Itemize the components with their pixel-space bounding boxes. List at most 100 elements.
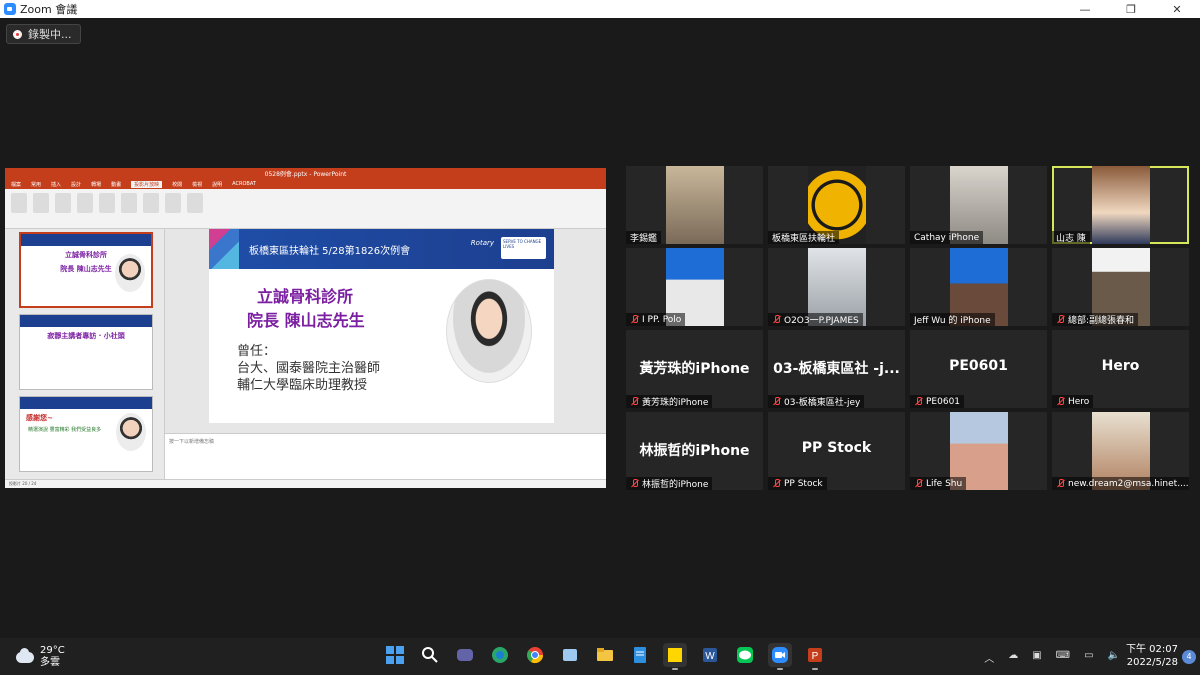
notification-badge[interactable]: 4 — [1182, 650, 1196, 664]
participant-namebar: Cathay iPhone — [910, 231, 984, 244]
slide-body: 曾任： 台大、國泰醫院主治醫師 輔仁大學臨床助理教授 — [237, 343, 380, 394]
participant-namebar: PE0601 — [910, 395, 965, 408]
participant-display-name: PE0601 — [949, 358, 1008, 374]
participant-tile[interactable]: PE0601 PE0601 — [910, 330, 1047, 408]
rotary-wordmark: Rotary — [470, 239, 494, 247]
mic-muted-icon — [772, 315, 781, 324]
slide-thumbnail[interactable]: 21 寂靜主講者專訪 · 小社頭 — [19, 314, 153, 390]
participant-tile[interactable]: 黃芳珠的iPhone 黃芳珠的iPhone — [626, 330, 763, 408]
weather-desc: 多雲 — [40, 657, 60, 668]
slide-body-line: 輔仁大學臨床助理教授 — [237, 378, 368, 393]
close-button[interactable]: ✕ — [1154, 3, 1200, 16]
ppt-menu-transitions[interactable]: 轉場 — [91, 181, 101, 188]
participant-tile[interactable]: PP Stock PP Stock — [768, 412, 905, 490]
ppt-menu-file[interactable]: 檔案 — [11, 181, 21, 188]
slide-body-line: 台大、國泰醫院主治醫師 — [237, 361, 381, 376]
participant-name: 總部:副總張春和 — [1068, 316, 1135, 326]
participant-display-name: 林振哲的iPhone — [639, 443, 750, 459]
shared-screen[interactable]: 0528例會.pptx - PowerPoint 檔案 常用 插入 設計 轉場 … — [5, 168, 606, 488]
participant-video — [1091, 166, 1150, 244]
svg-text:P: P — [812, 651, 819, 662]
participant-namebar: 總部:副總張春和 — [1052, 313, 1139, 326]
participant-tile[interactable]: 03-板橋東區社 -j... 03-板橋東區社-jey — [768, 330, 905, 408]
slide-editor[interactable]: 板橋東區扶輪社 5/28第1826次例會 Rotary SERVE TO CHA… — [165, 229, 606, 479]
sticky-notes-icon[interactable] — [663, 643, 687, 670]
taskbar-clock[interactable]: 下午 02:07 2022/5/28 — [1126, 643, 1178, 669]
ribbon-button[interactable] — [33, 193, 49, 213]
slide-thumbnail[interactable]: 20 立誠骨科診所 院長 陳山志先生 — [19, 232, 153, 308]
ribbon-button[interactable] — [77, 193, 93, 213]
edge-icon[interactable] — [488, 643, 512, 667]
participant-tile[interactable]: 林振哲的iPhone 林振哲的iPhone — [626, 412, 763, 490]
ppt-menu-review[interactable]: 校閱 — [172, 181, 182, 188]
thumb-band — [20, 315, 152, 327]
minimize-button[interactable]: — — [1062, 3, 1108, 16]
participant-tile[interactable]: 山志 陳 — [1052, 166, 1189, 244]
ribbon-button[interactable] — [121, 193, 137, 213]
ppt-menu-acrobat[interactable]: ACROBAT — [232, 181, 256, 187]
keyboard-icon[interactable]: ⌨ — [1056, 650, 1070, 665]
participant-tile[interactable]: Cathay iPhone — [910, 166, 1047, 244]
search-icon[interactable] — [418, 643, 442, 667]
participant-name: PE0601 — [926, 396, 961, 407]
participant-tile[interactable]: new.dream2@msa.hinet.... — [1052, 412, 1189, 490]
weather-widget[interactable]: 29°C 多雲 — [16, 645, 65, 669]
participant-namebar: 03-板橋東區社-jey — [768, 395, 865, 408]
cloud-icon — [16, 647, 34, 663]
ppt-menu-slideshow[interactable]: 投影片放映 — [131, 180, 163, 188]
teams-chat-icon[interactable] — [453, 643, 477, 667]
ppt-menu-home[interactable]: 常用 — [31, 181, 41, 188]
thumb-portrait — [115, 254, 145, 292]
slide-clinic-name: 立誠骨科診所 — [257, 287, 354, 306]
windows-start-icon[interactable] — [383, 643, 407, 667]
file-explorer-icon[interactable] — [593, 643, 617, 667]
notepad-icon[interactable] — [628, 643, 652, 667]
ppt-menu-view[interactable]: 檢視 — [192, 181, 202, 188]
ppt-menu-help[interactable]: 說明 — [212, 181, 222, 188]
ribbon-button[interactable] — [99, 193, 115, 213]
participant-tile[interactable]: I PP. Polo — [626, 248, 763, 326]
ribbon-button[interactable] — [187, 193, 203, 213]
thumb-portrait — [116, 413, 146, 451]
slide-speaker-name: 院長 陳山志先生 — [247, 311, 365, 330]
ppt-title: 0528例會.pptx - PowerPoint — [264, 171, 347, 178]
participant-tile[interactable]: Hero Hero — [1052, 330, 1189, 408]
ribbon-button[interactable] — [55, 193, 71, 213]
participant-name: Jeff Wu 的 iPhone — [914, 316, 991, 326]
participant-tile[interactable]: Jeff Wu 的 iPhone — [910, 248, 1047, 326]
participant-namebar: Jeff Wu 的 iPhone — [910, 313, 995, 326]
thumb-subtitle: 精選演說 豐富精彩 我們受益良多 — [28, 427, 102, 433]
participant-tile[interactable]: Life Shu — [910, 412, 1047, 490]
slide-thumbnail[interactable]: 22 感謝您~ 精選演說 豐富精彩 我們受益良多 — [19, 396, 153, 472]
chevron-up-icon[interactable]: ︿ — [984, 650, 994, 665]
participant-tile[interactable]: O2O3一P.PJAMES — [768, 248, 905, 326]
speaker-notes[interactable]: 按一下以新增備忘稿 — [165, 433, 606, 479]
powerpoint-icon[interactable]: P — [803, 643, 827, 670]
ribbon-button[interactable] — [143, 193, 159, 213]
ppt-menu-animations[interactable]: 動畫 — [111, 181, 121, 188]
ribbon-button[interactable] — [165, 193, 181, 213]
ppt-menu-insert[interactable]: 插入 — [51, 181, 61, 188]
network-icon[interactable]: ▣ — [1032, 650, 1041, 665]
participant-tile[interactable]: 李錫鑑 — [626, 166, 763, 244]
photos-icon[interactable] — [558, 643, 582, 667]
participant-name: PP Stock — [784, 478, 823, 489]
restore-button[interactable]: ❐ — [1108, 3, 1154, 16]
slide-header-band: 板橋東區扶輪社 5/28第1826次例會 Rotary SERVE TO CHA… — [209, 229, 554, 269]
onedrive-icon[interactable]: ☁ — [1008, 650, 1018, 665]
ribbon-button[interactable] — [11, 193, 27, 213]
chrome-icon[interactable] — [523, 643, 547, 667]
display-icon[interactable]: ▭ — [1084, 650, 1093, 665]
participant-tile[interactable]: 板橋東區扶輪社 — [768, 166, 905, 244]
word-icon[interactable]: W — [698, 643, 722, 667]
participant-name: 山志 陳 — [1056, 234, 1086, 244]
recording-indicator[interactable]: 錄製中... — [6, 24, 81, 44]
thumb-band — [20, 397, 152, 409]
ppt-menu-design[interactable]: 設計 — [71, 181, 81, 188]
taskbar-apps: W P — [383, 643, 827, 670]
participant-display-name: 黃芳珠的iPhone — [639, 361, 750, 377]
line-icon[interactable] — [733, 643, 757, 667]
participant-tile[interactable]: 總部:副總張春和 — [1052, 248, 1189, 326]
zoom-icon[interactable] — [768, 643, 792, 670]
volume-icon[interactable]: 🔈 — [1108, 650, 1120, 665]
